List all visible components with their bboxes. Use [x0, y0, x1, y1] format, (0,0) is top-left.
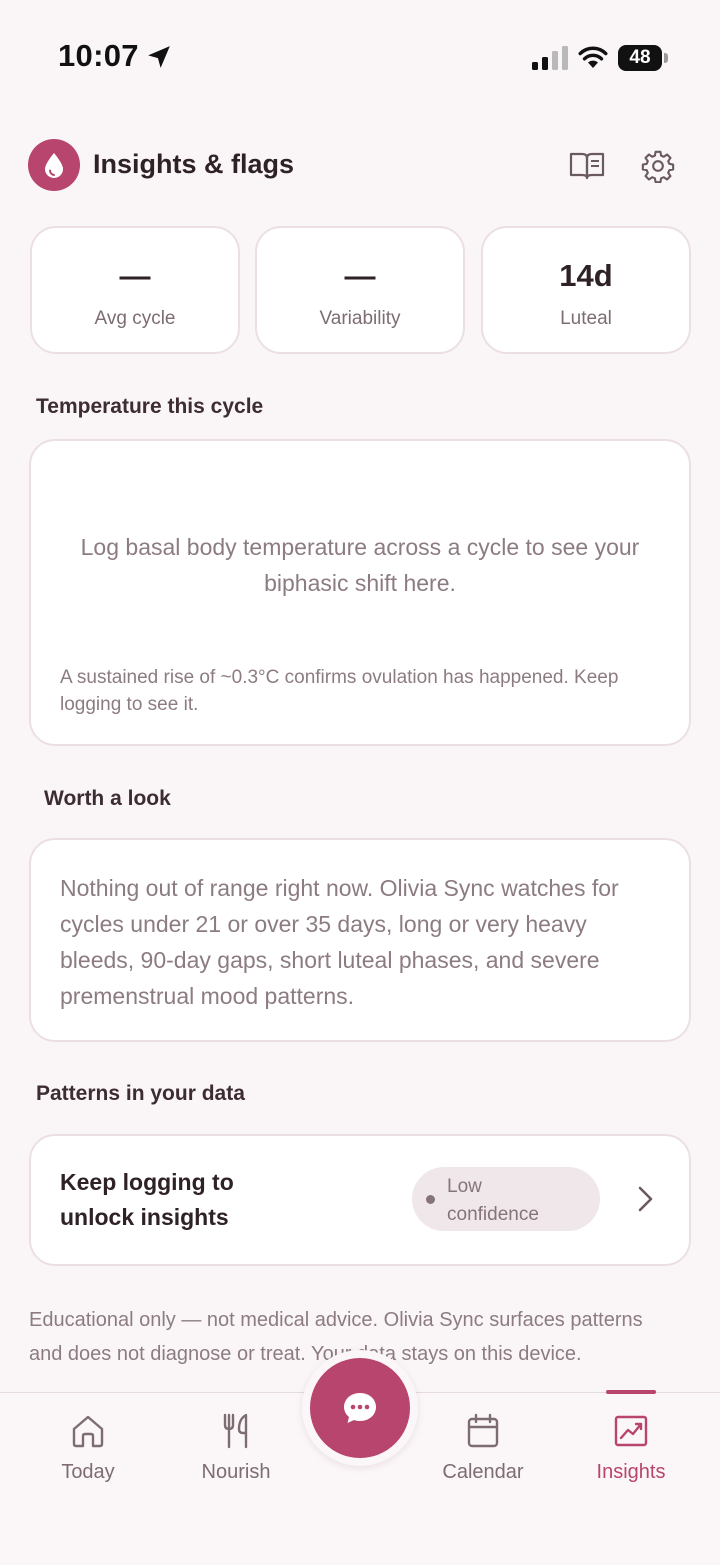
tab-insights[interactable]: Insights: [561, 1393, 701, 1493]
app-logo: [28, 139, 80, 191]
worth-a-look-text: Nothing out of range right now. Olivia S…: [60, 875, 619, 1009]
fork-knife-icon: [223, 1413, 248, 1449]
active-tab-indicator: [606, 1390, 656, 1394]
temperature-note: A sustained rise of ~0.3°C confirms ovul…: [60, 667, 619, 715]
tab-label: Today: [61, 1461, 115, 1483]
stat-card-luteal: 14d Luteal: [481, 226, 691, 354]
stat-card-variability: — Variability: [255, 226, 465, 354]
tab-label: Nourish: [201, 1461, 271, 1483]
app-header: Insights & flags: [28, 138, 692, 192]
chat-bubble-icon: [344, 1393, 376, 1423]
stat-card-avg-cycle: — Avg cycle: [30, 226, 240, 354]
stat-label: Luteal: [560, 308, 612, 329]
worth-a-look-card: Nothing out of range right now. Olivia S…: [29, 838, 691, 1042]
temperature-section-title: Temperature this cycle: [36, 395, 264, 418]
tab-today[interactable]: Today: [18, 1393, 158, 1493]
gear-icon: [641, 150, 675, 183]
drop-icon: [45, 153, 63, 178]
patterns-section-title: Patterns in your data: [36, 1082, 245, 1105]
calendar-icon: [467, 1413, 499, 1448]
stat-label: Avg cycle: [94, 308, 176, 329]
learn-button[interactable]: [567, 146, 607, 186]
battery-indicator: 48: [618, 45, 668, 71]
temperature-empty-message: Log basal body temperature across a cycl…: [80, 534, 640, 596]
settings-button[interactable]: [638, 146, 678, 186]
stat-value: —: [119, 258, 151, 293]
confidence-label: Low confidence: [447, 1176, 539, 1225]
chevron-right-icon: [638, 1186, 653, 1212]
confidence-badge: Low confidence: [412, 1167, 600, 1231]
tab-nourish[interactable]: Nourish: [166, 1393, 306, 1493]
tab-label: Calendar: [442, 1461, 524, 1483]
tab-label: Insights: [596, 1461, 666, 1483]
wifi-icon: [578, 46, 608, 68]
stat-value: 14d: [559, 258, 613, 293]
patterns-card[interactable]: Keep logging to unlock insights Low conf…: [29, 1134, 691, 1266]
chat-button[interactable]: [310, 1358, 410, 1458]
status-time: 10:07: [58, 38, 139, 73]
home-icon: [72, 1415, 104, 1448]
stat-value: —: [344, 258, 376, 293]
temperature-card: Log basal body temperature across a cycl…: [29, 439, 691, 746]
stat-label: Variability: [319, 308, 401, 329]
battery-tip: [664, 53, 668, 63]
chart-icon: [614, 1415, 648, 1447]
worth-a-look-title: Worth a look: [44, 787, 171, 810]
patterns-card-title: Keep logging to unlock insights: [60, 1169, 234, 1230]
battery-percent: 48: [629, 47, 651, 68]
confidence-dot: [426, 1195, 435, 1204]
status-bar: 10:07 48: [0, 0, 720, 110]
cellular-signal-icon: [532, 46, 568, 70]
page-title: Insights & flags: [93, 149, 295, 179]
book-icon: [569, 152, 605, 180]
tab-calendar[interactable]: Calendar: [413, 1393, 553, 1493]
location-arrow-icon: [148, 46, 170, 68]
